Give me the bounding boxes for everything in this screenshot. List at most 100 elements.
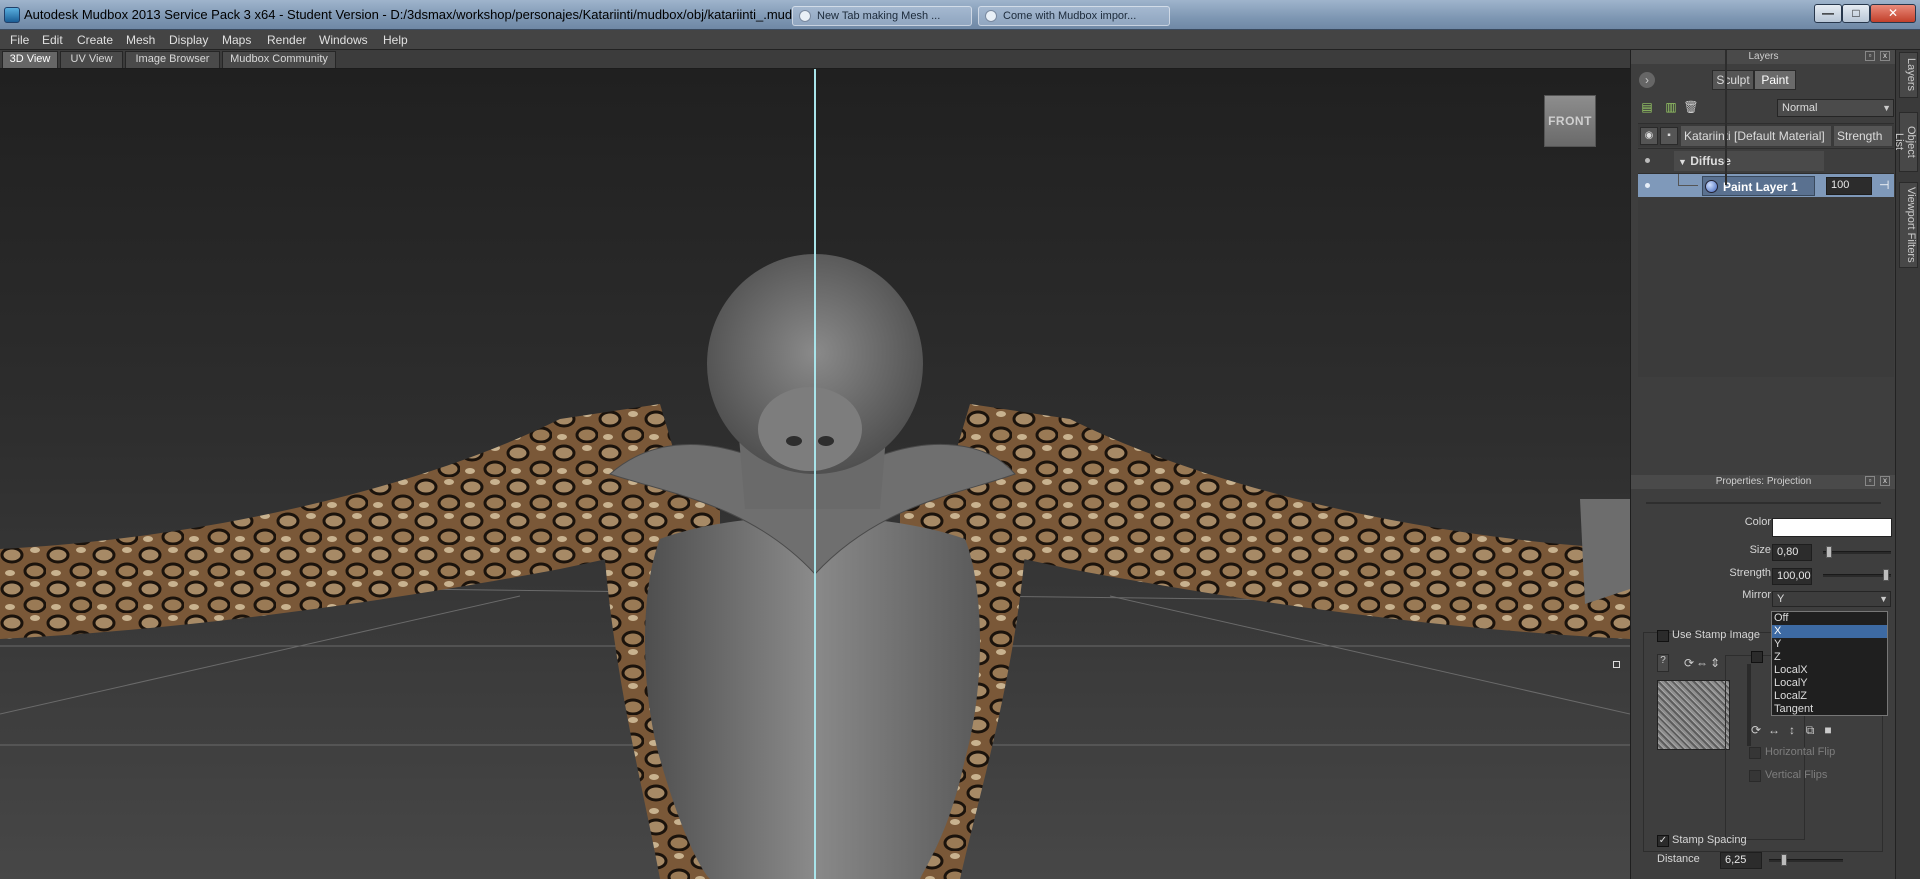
- help-icon[interactable]: ?: [1657, 654, 1669, 672]
- mirror-option[interactable]: Y: [1772, 638, 1887, 651]
- mirror-option[interactable]: Tangent: [1772, 703, 1887, 716]
- visibility-dot[interactable]: [1645, 183, 1650, 188]
- strength-slider[interactable]: [1823, 574, 1891, 577]
- channel-diffuse[interactable]: ▼ Diffuse: [1674, 151, 1824, 171]
- channel-row[interactable]: ▼ Diffuse: [1638, 148, 1894, 172]
- color-label: Color: [1744, 516, 1771, 528]
- distance-label: Distance: [1657, 853, 1700, 865]
- duplicate-layer-icon[interactable]: ▥: [1663, 99, 1679, 115]
- menu-mesh[interactable]: Mesh: [126, 33, 155, 47]
- flip-horizontal-icon[interactable]: ⇔: [1695, 656, 1709, 670]
- side-tab-layers[interactable]: Layers: [1899, 52, 1918, 98]
- size-slider-knob[interactable]: [1826, 546, 1832, 558]
- minimize-button[interactable]: —: [1814, 4, 1842, 23]
- layer-list-empty-area: [1638, 197, 1894, 377]
- right-tray: Layers ▫ x › Sculpt Paint ▤ ▥ 🗑 Normal ▼ …: [1630, 50, 1896, 879]
- stamp-spacing-checkbox[interactable]: ✓: [1657, 835, 1669, 847]
- paint-layer-name[interactable]: Paint Layer 1: [1702, 176, 1815, 196]
- browser-icon: [985, 10, 997, 22]
- paint-layer-row[interactable]: Paint Layer 1 100 ⊣: [1638, 173, 1894, 197]
- reset-icon[interactable]: ■: [1821, 723, 1835, 737]
- rotate-icon[interactable]: ⟳: [1682, 656, 1696, 670]
- tab-uv-view[interactable]: UV View: [60, 51, 123, 68]
- distance-slider-knob[interactable]: [1781, 854, 1787, 866]
- use-stamp-image-checkbox[interactable]: [1657, 630, 1669, 642]
- side-tab-strip: Layers Object List Viewport Filters: [1893, 50, 1920, 879]
- menu-bar: File Edit Create Mesh Display Maps Rende…: [0, 30, 1920, 50]
- tab-mudbox-community[interactable]: Mudbox Community: [222, 51, 336, 68]
- close-panel-icon[interactable]: x: [1880, 476, 1890, 486]
- visibility-dot[interactable]: [1645, 158, 1650, 163]
- side-tab-viewport-filters[interactable]: Viewport Filters: [1899, 182, 1918, 268]
- side-tab-object-list[interactable]: Object List: [1893, 112, 1918, 172]
- mirror-option[interactable]: LocalZ: [1772, 690, 1887, 703]
- float-panel-icon[interactable]: ▫: [1865, 476, 1875, 486]
- menu-render[interactable]: Render: [267, 33, 306, 47]
- close-button[interactable]: ✕: [1870, 4, 1916, 23]
- strength-label: Strength: [1729, 567, 1771, 579]
- menu-windows[interactable]: Windows: [319, 33, 368, 47]
- menu-display[interactable]: Display: [169, 33, 208, 47]
- mirror-select[interactable]: Y ▼: [1772, 591, 1891, 607]
- blend-mode-select[interactable]: Normal ▼: [1777, 99, 1894, 117]
- symmetry-line: [814, 69, 816, 879]
- rotate-icon[interactable]: ⟳: [1749, 723, 1763, 737]
- strength-field[interactable]: 100,00: [1772, 568, 1812, 585]
- stamp-option-checkbox[interactable]: [1751, 651, 1763, 663]
- float-panel-icon[interactable]: ▫: [1865, 51, 1875, 61]
- menu-help[interactable]: Help: [383, 33, 408, 47]
- mirror-option[interactable]: LocalY: [1772, 677, 1887, 690]
- app-icon: [4, 7, 20, 23]
- flip-vertical-icon[interactable]: ↕: [1785, 723, 1799, 737]
- mirror-option[interactable]: Off: [1772, 612, 1887, 625]
- fit-icon[interactable]: ⧉: [1803, 723, 1817, 738]
- viewport-marker: [1613, 661, 1620, 668]
- background-window-tab[interactable]: Come with Mudbox impor...: [978, 6, 1170, 26]
- tab-3d-view[interactable]: 3D View: [2, 51, 58, 68]
- 3d-viewport[interactable]: FRONT: [0, 69, 1630, 879]
- lock-icon[interactable]: ▪: [1660, 127, 1678, 145]
- mirror-option[interactable]: Z: [1772, 651, 1887, 664]
- close-panel-icon[interactable]: x: [1880, 51, 1890, 61]
- layer-options-icon[interactable]: ⊣: [1879, 178, 1889, 192]
- size-slider[interactable]: [1823, 551, 1891, 554]
- menu-file[interactable]: File: [10, 33, 29, 47]
- chevron-down-icon: ▼: [1882, 103, 1891, 113]
- mirror-dropdown-list[interactable]: Off X Y Z LocalX LocalY LocalZ Tangent: [1771, 611, 1888, 716]
- maximize-button[interactable]: □: [1842, 4, 1870, 23]
- size-field[interactable]: 0,80: [1772, 544, 1812, 561]
- mirror-option[interactable]: LocalX: [1772, 664, 1887, 677]
- browser-icon: [799, 10, 811, 22]
- menu-maps[interactable]: Maps: [222, 33, 251, 47]
- distance-field[interactable]: 6,25: [1720, 852, 1762, 869]
- mirror-option-highlighted[interactable]: X: [1772, 625, 1887, 638]
- view-tab-bar: 3D View UV View Image Browser Mudbox Com…: [0, 50, 1630, 69]
- horizontal-flip-checkbox[interactable]: [1749, 747, 1761, 759]
- strength-slider-knob[interactable]: [1883, 569, 1889, 581]
- divider: [1646, 502, 1881, 504]
- stamp-image-thumbnail[interactable]: [1657, 680, 1730, 750]
- paint-layer-strength[interactable]: 100: [1826, 177, 1872, 195]
- stamp-spacing-label: Stamp Spacing: [1672, 834, 1747, 846]
- navigation-cube[interactable]: FRONT: [1544, 95, 1596, 147]
- menu-edit[interactable]: Edit: [42, 33, 63, 47]
- paint-layers-button[interactable]: Paint: [1754, 70, 1796, 90]
- new-layer-icon[interactable]: ▤: [1639, 99, 1655, 115]
- sculpt-layers-button[interactable]: Sculpt: [1712, 70, 1754, 90]
- left-arm-mesh: [0, 404, 700, 639]
- right-arm-mesh: [930, 404, 1630, 639]
- material-label: Katariinti [Default Material]: [1681, 126, 1831, 146]
- nostril: [786, 436, 802, 446]
- layers-panel-header: Layers ▫ x: [1631, 50, 1896, 64]
- flip-horizontal-icon[interactable]: ↔: [1767, 723, 1781, 737]
- vertical-flip-checkbox[interactable]: [1749, 770, 1761, 782]
- menu-create[interactable]: Create: [77, 33, 113, 47]
- eye-icon[interactable]: ◉: [1640, 127, 1658, 145]
- flip-vertical-icon[interactable]: ⇕: [1708, 656, 1722, 670]
- tab-image-browser[interactable]: Image Browser: [125, 51, 220, 68]
- stamp-subgroup-box: [1725, 50, 1727, 185]
- collapse-circle-icon[interactable]: ›: [1639, 72, 1655, 88]
- color-swatch[interactable]: [1772, 518, 1892, 537]
- trash-icon[interactable]: 🗑: [1683, 99, 1699, 115]
- background-window-tab[interactable]: New Tab making Mesh ...: [792, 6, 972, 26]
